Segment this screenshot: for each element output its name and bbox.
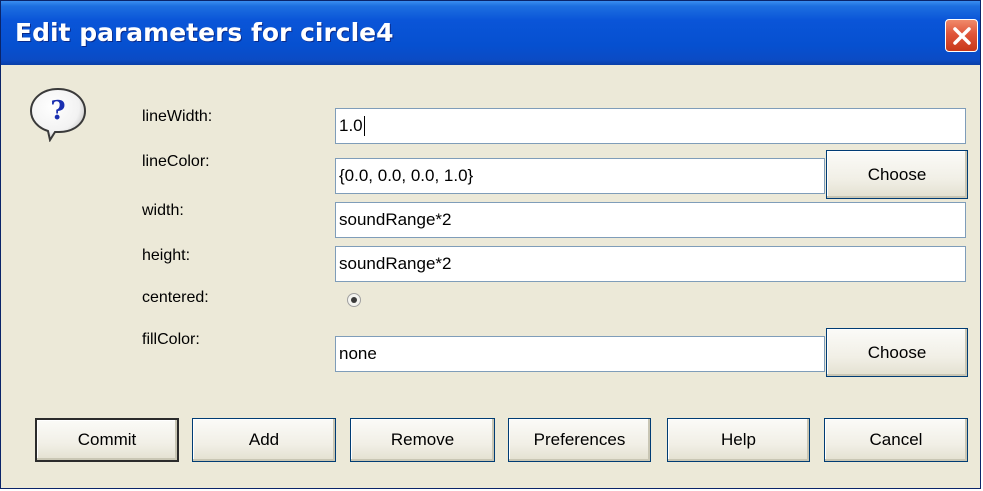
linewidth-value: 1.0 [339,116,363,135]
preferences-label: Preferences [533,430,626,449]
help-button[interactable]: Help [667,418,810,462]
close-button[interactable] [945,19,978,52]
width-field[interactable]: soundRange*2 [335,202,966,238]
cancel-button[interactable]: Cancel [824,418,968,462]
help-label: Help [721,430,756,449]
commit-button[interactable]: Commit [35,418,179,462]
linewidth-field[interactable]: 1.0 [335,108,966,144]
centered-label: centered: [142,289,209,306]
linecolor-field[interactable]: {0.0, 0.0, 0.0, 1.0} [335,158,825,194]
fillcolor-field[interactable]: none [335,336,825,372]
width-value: soundRange*2 [339,210,452,229]
text-caret [363,116,365,136]
linewidth-label: lineWidth: [142,108,213,125]
fillcolor-choose-button[interactable]: Choose [826,328,968,377]
width-label: width: [142,202,184,219]
centered-radio[interactable] [347,293,361,307]
edit-parameters-dialog: Edit parameters for circle4 ? lineWidth:… [0,0,981,489]
cancel-label: Cancel [869,430,923,449]
linecolor-value: {0.0, 0.0, 0.0, 1.0} [339,166,474,185]
commit-label: Commit [77,430,137,449]
title-bar[interactable]: Edit parameters for circle4 [1,1,980,65]
svg-text:?: ? [50,96,65,126]
fillcolor-choose-label: Choose [867,342,927,362]
linecolor-choose-button[interactable]: Choose [826,150,968,199]
fillcolor-value: none [339,344,377,363]
height-field[interactable]: soundRange*2 [335,246,966,282]
height-label: height: [142,247,191,264]
height-value: soundRange*2 [339,254,452,273]
add-label: Add [248,430,280,449]
add-button[interactable]: Add [192,418,336,462]
preferences-button[interactable]: Preferences [508,418,651,462]
question-balloon-icon: ? [29,87,87,142]
remove-button[interactable]: Remove [350,418,495,462]
window-title: Edit parameters for circle4 [15,18,394,47]
close-icon [952,26,971,45]
radio-selected-dot [351,297,357,303]
remove-label: Remove [390,430,455,449]
linecolor-choose-label: Choose [867,164,927,184]
fillcolor-label: fillColor: [142,331,200,348]
dialog-body: ? lineWidth: 1.0 lineColor: {0.0, 0.0, 0… [1,65,980,490]
linecolor-label: lineColor: [142,153,210,170]
